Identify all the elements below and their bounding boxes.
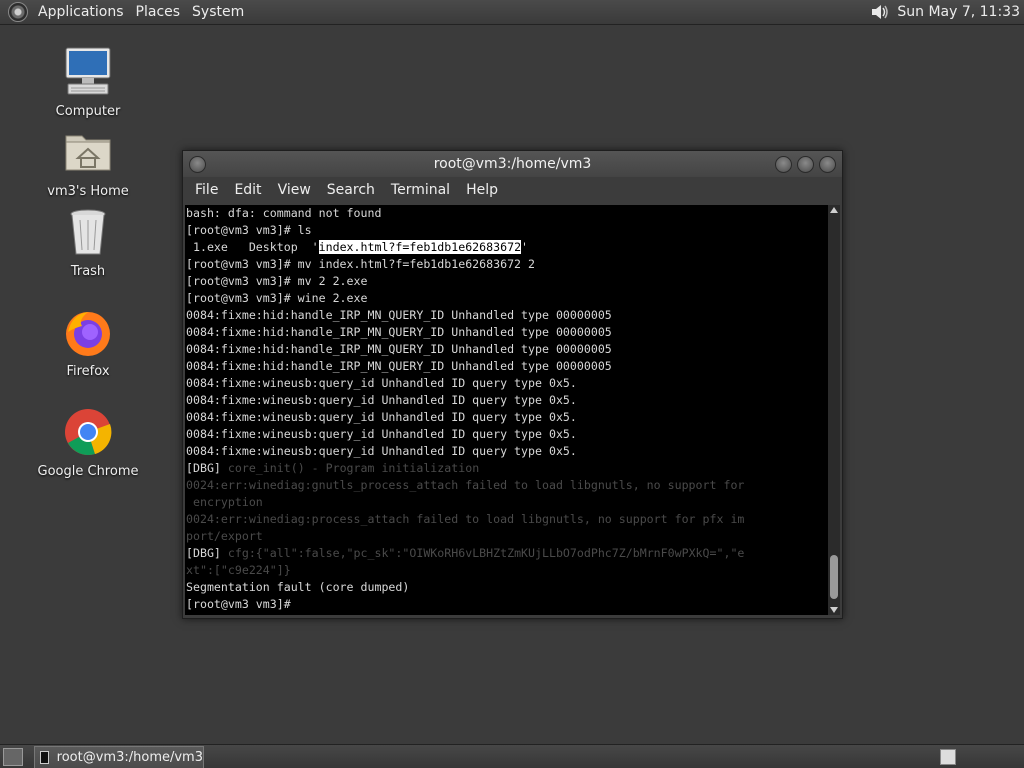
terminal-line: 0024:err:winediag:gnutls_process_attach … — [186, 478, 745, 492]
scroll-up-arrow-icon[interactable] — [830, 207, 838, 213]
menu-view[interactable]: View — [270, 177, 319, 203]
terminal-menubar: File Edit View Search Terminal Help — [183, 177, 842, 203]
terminal-line: 0024:err:winediag:process_attach failed … — [186, 512, 745, 526]
terminal-line: encryption — [186, 495, 263, 509]
clock[interactable]: Sun May 7, 11:33 — [897, 4, 1024, 20]
terminal-line: 0084:fixme:wineusb:query_id Unhandled ID… — [186, 410, 577, 424]
terminal-line: 0084:fixme:wineusb:query_id Unhandled ID… — [186, 393, 577, 407]
window-menu-button[interactable] — [189, 156, 206, 173]
desktop-icon-label: vm3's Home — [47, 184, 129, 199]
desktop-icon-label: Firefox — [66, 364, 110, 379]
top-panel: Applications Places System Sun May 7, 11… — [0, 0, 1024, 25]
close-button[interactable] — [819, 156, 836, 173]
terminal-line: 1.exe Desktop 'index.html?f=feb1db1e6268… — [186, 239, 828, 256]
menu-search[interactable]: Search — [319, 177, 383, 203]
dim-text: core_init() - Program initialization — [227, 461, 480, 475]
terminal-titlebar[interactable]: root@vm3:/home/vm3 — [183, 151, 842, 177]
line-segment: ' — [521, 240, 529, 254]
desktop-icon-label: Computer — [55, 104, 121, 119]
computer-icon — [65, 47, 111, 95]
desktop-icon-label: Google Chrome — [37, 464, 139, 479]
desktop-icon-home[interactable]: vm3's Home — [28, 126, 148, 199]
selected-text[interactable]: index.html?f=feb1db1e62683672 — [318, 240, 522, 254]
terminal-line: 0084:fixme:hid:handle_IRP_MN_QUERY_ID Un… — [186, 342, 612, 356]
menu-applications[interactable]: Applications — [32, 0, 130, 24]
menu-edit[interactable]: Edit — [226, 177, 269, 203]
desktop-icon-chrome[interactable]: Google Chrome — [28, 406, 148, 479]
menu-places[interactable]: Places — [130, 0, 187, 24]
scrollbar-thumb[interactable] — [830, 555, 838, 599]
taskbar-window-label: root@vm3:/home/vm3 — [56, 750, 203, 765]
terminal-line: [DBG] core_init() - Program initializati… — [186, 460, 828, 477]
menu-system[interactable]: System — [186, 0, 250, 24]
terminal-line: 0084:fixme:wineusb:query_id Unhandled ID… — [186, 444, 577, 458]
bottom-panel: root@vm3:/home/vm3 — [0, 744, 1024, 768]
line-segment: [DBG] — [186, 461, 228, 475]
terminal-line: [root@vm3 vm3]# ls — [186, 223, 312, 237]
terminal-text: bash: dfa: command not found [root@vm3 vm… — [185, 205, 828, 613]
volume-icon[interactable] — [869, 1, 891, 23]
terminal-line: [root@vm3 vm3]# wine 2.exe — [186, 291, 368, 305]
terminal-window[interactable]: root@vm3:/home/vm3 File Edit View Search… — [182, 150, 843, 619]
workspace-switcher[interactable] — [940, 749, 956, 765]
terminal-line: 0084:fixme:wineusb:query_id Unhandled ID… — [186, 427, 577, 441]
desktop-icon-trash[interactable]: Trash — [28, 206, 148, 279]
minimize-button[interactable] — [775, 156, 792, 173]
show-desktop-button[interactable] — [3, 748, 23, 766]
menu-terminal[interactable]: Terminal — [383, 177, 458, 203]
maximize-button[interactable] — [797, 156, 814, 173]
menu-help[interactable]: Help — [458, 177, 506, 203]
terminal-icon — [40, 751, 49, 764]
terminal-line: [DBG] cfg:{"all":false,"pc_sk":"OIWKoRH6… — [186, 545, 828, 562]
dim-text: cfg:{"all":false,"pc_sk":"OIWKoRH6vLBHZt… — [227, 546, 745, 560]
terminal-scrollbar[interactable] — [828, 205, 840, 615]
terminal-line: 0084:fixme:hid:handle_IRP_MN_QUERY_ID Un… — [186, 308, 612, 322]
trash-icon — [70, 209, 106, 255]
terminal-title: root@vm3:/home/vm3 — [433, 156, 592, 172]
chrome-icon — [65, 409, 112, 456]
terminal-line: [root@vm3 vm3]# mv 2 2.exe — [186, 274, 368, 288]
terminal-line: 0084:fixme:wineusb:query_id Unhandled ID… — [186, 376, 577, 390]
terminal-line: [root@vm3 vm3]# mv index.html?f=feb1db1e… — [186, 257, 536, 271]
terminal-line: xt":["c9e224"]} — [186, 563, 291, 577]
terminal-line: 0084:fixme:hid:handle_IRP_MN_QUERY_ID Un… — [186, 359, 612, 373]
firefox-icon — [66, 312, 110, 356]
terminal-line: port/export — [186, 529, 263, 543]
terminal-line: 0084:fixme:hid:handle_IRP_MN_QUERY_ID Un… — [186, 325, 612, 339]
desktop-icon-firefox[interactable]: Firefox — [28, 306, 148, 379]
terminal-line: [root@vm3 vm3]# — [186, 597, 298, 611]
scroll-down-arrow-icon[interactable] — [830, 607, 838, 613]
desktop-icon-computer[interactable]: Computer — [28, 46, 148, 119]
menu-file[interactable]: File — [187, 177, 226, 203]
taskbar-window-button[interactable]: root@vm3:/home/vm3 — [34, 746, 204, 768]
line-segment: 1.exe Desktop ' — [186, 240, 319, 254]
home-folder-icon — [65, 135, 111, 171]
terminal-output[interactable]: bash: dfa: command not found [root@vm3 vm… — [185, 205, 828, 615]
desktop-icon-label: Trash — [70, 264, 106, 279]
terminal-line: Segmentation fault (core dumped) — [186, 580, 410, 594]
line-segment: [DBG] — [186, 546, 228, 560]
distro-logo-icon[interactable] — [8, 2, 28, 22]
terminal-line: bash: dfa: command not found — [186, 206, 382, 220]
